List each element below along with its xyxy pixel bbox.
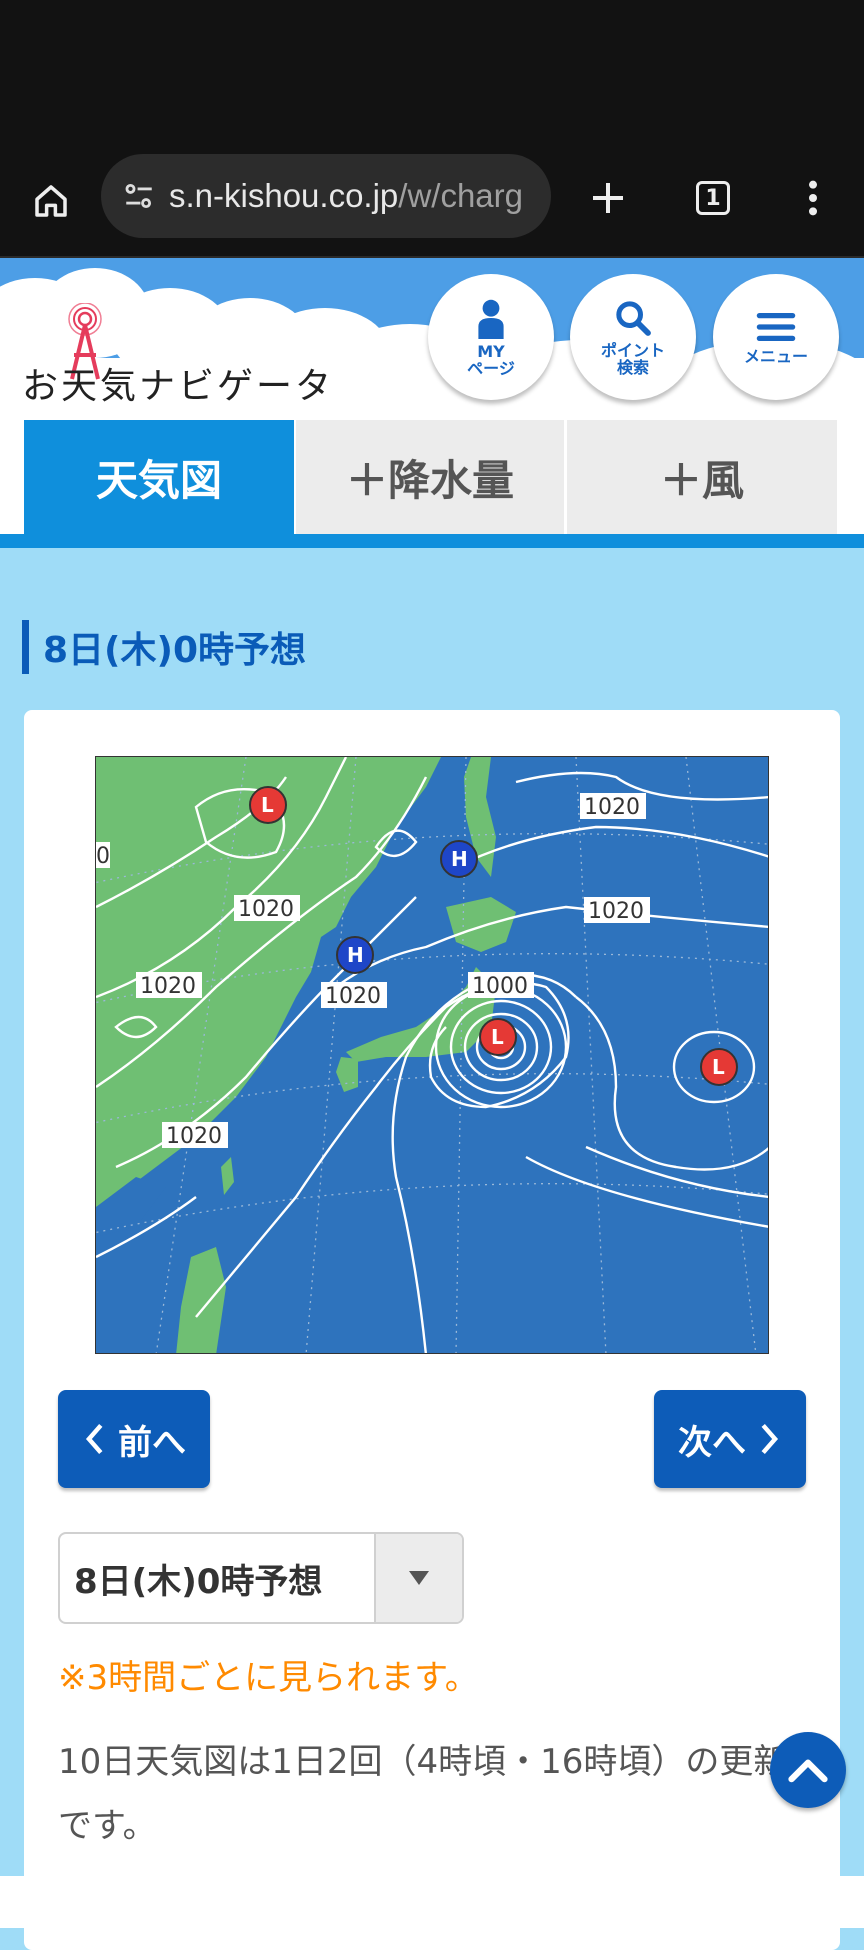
- low-pressure-marker: L: [700, 1048, 738, 1086]
- scroll-to-top-button[interactable]: [770, 1732, 846, 1808]
- status-bar: [0, 0, 864, 150]
- site-settings-icon[interactable]: [117, 174, 161, 218]
- tab-wind[interactable]: ＋風: [567, 420, 837, 534]
- chevron-right-icon: [761, 1423, 779, 1455]
- isobar-label: 1020: [166, 1124, 222, 1149]
- isobar-label: 1020: [588, 899, 644, 924]
- site-logo[interactable]: お天気ナビゲータ: [18, 303, 358, 407]
- site-header: お天気ナビゲータ MY ページ ポイント 検索 メニュー: [0, 258, 864, 418]
- my-page-label: MY ページ: [467, 342, 515, 378]
- more-vert-icon: [809, 180, 817, 216]
- browser-menu-button[interactable]: [785, 168, 841, 228]
- high-pressure-marker: H: [440, 840, 478, 878]
- person-icon: [478, 299, 504, 339]
- caret-down-icon: [409, 1571, 429, 1585]
- bottom-area: [0, 1876, 864, 1928]
- prev-label: 前へ: [118, 1422, 186, 1463]
- tab-bar: 天気図 ＋降水量 ＋風: [0, 418, 864, 548]
- browser-toolbar: s.n-kishou.co.jp/w/charg 1: [0, 150, 864, 258]
- isobar-label: 0: [96, 844, 110, 869]
- isobar-label: 1020: [584, 795, 640, 820]
- hamburger-icon: [756, 312, 796, 341]
- select-value: 8日(木)0時予想: [74, 1561, 323, 1602]
- tab-count: 1: [696, 181, 730, 215]
- isobar-label: 1000: [472, 974, 528, 999]
- point-search-label: ポイント 検索: [600, 341, 665, 377]
- kyushu-landmass: [336, 1057, 358, 1092]
- menu-button[interactable]: メニュー: [713, 274, 839, 400]
- dropdown-arrow[interactable]: [374, 1534, 462, 1622]
- address-bar[interactable]: s.n-kishou.co.jp/w/charg: [101, 154, 551, 238]
- svg-text:H: H: [347, 943, 364, 967]
- isobar-label: 1020: [325, 984, 381, 1009]
- isobar-label: 1020: [238, 897, 294, 922]
- svg-text:L: L: [712, 1055, 725, 1079]
- plus-icon: [593, 183, 623, 213]
- prev-button[interactable]: 前へ: [58, 1390, 210, 1488]
- point-search-button[interactable]: ポイント 検索: [570, 274, 696, 400]
- next-label: 次へ: [678, 1422, 746, 1463]
- chevron-up-icon: [788, 1759, 828, 1783]
- new-tab-button[interactable]: [578, 168, 638, 228]
- chevron-left-icon: [85, 1423, 103, 1455]
- high-pressure-marker: H: [336, 936, 374, 974]
- next-button[interactable]: 次へ: [654, 1390, 806, 1488]
- low-pressure-marker: L: [249, 786, 287, 824]
- isobar-label: 1020: [140, 974, 196, 999]
- taiwan-landmass: [221, 1157, 234, 1195]
- low-pressure-marker: L: [479, 1018, 517, 1056]
- tab-weather-map[interactable]: 天気図: [24, 420, 294, 534]
- logo-text: お天気ナビゲータ: [22, 366, 335, 407]
- hokkaido-landmass: [446, 897, 516, 952]
- svg-text:L: L: [491, 1025, 504, 1049]
- menu-label: メニュー: [743, 346, 808, 366]
- home-button[interactable]: [22, 172, 80, 230]
- forecast-time-select[interactable]: 8日(木)0時予想: [58, 1532, 464, 1624]
- svg-text:H: H: [451, 847, 468, 871]
- update-description: 10日天気図は1日2回（4時頃・16時頃）の更新です。: [58, 1742, 788, 1846]
- page-title: 8日(木)0時予想: [22, 620, 306, 674]
- tab-switcher-button[interactable]: 1: [683, 168, 743, 228]
- search-icon: [616, 301, 651, 336]
- url-text: s.n-kishou.co.jp/w/charg: [169, 177, 539, 215]
- weather-map: .iso { fill:none; stroke:#ffffff; stroke…: [95, 756, 769, 1354]
- url-path: /w/charg: [398, 177, 523, 214]
- svg-text:L: L: [261, 793, 274, 817]
- tab-precipitation[interactable]: ＋降水量: [296, 420, 564, 534]
- philippines-landmass: [176, 1247, 226, 1353]
- tab-underline: [0, 534, 864, 548]
- url-host: s.n-kishou.co.jp: [169, 177, 399, 214]
- interval-note: ※3時間ごとに見られます。: [58, 1658, 479, 1698]
- home-icon: [35, 185, 67, 217]
- my-page-button[interactable]: MY ページ: [428, 274, 554, 400]
